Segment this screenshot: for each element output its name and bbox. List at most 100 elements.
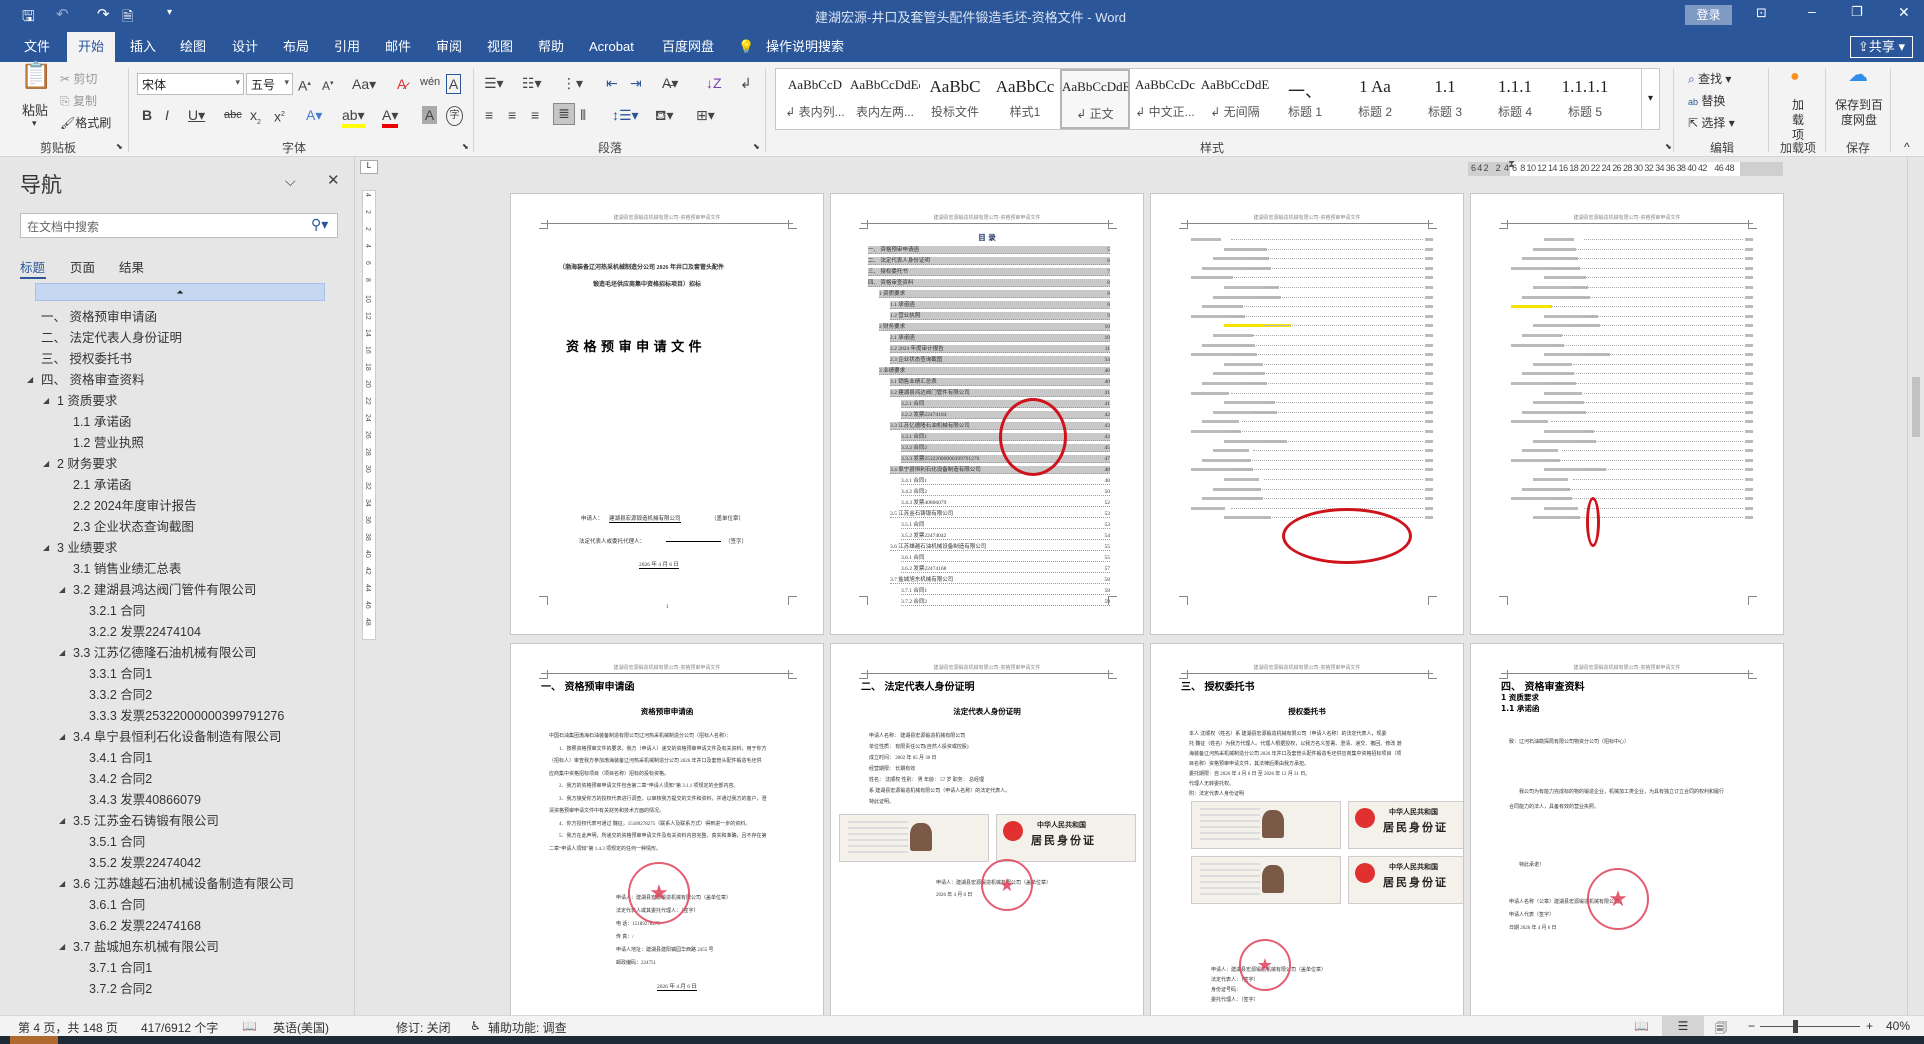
tab-draw[interactable]: 绘图 bbox=[180, 38, 206, 62]
font-color-icon[interactable]: A▾ bbox=[382, 106, 399, 128]
print-layout-icon[interactable]: ☰ bbox=[1662, 1016, 1704, 1036]
accessibility-status[interactable]: 辅助功能: 调查 bbox=[488, 1019, 567, 1036]
search-icon[interactable]: ⚲▾ bbox=[311, 216, 328, 233]
page-4-toc[interactable]: 建湖县宏源锻造机械有限公司-资格预审申请文件 bbox=[1470, 193, 1784, 635]
collapse-triangle-icon[interactable]: ◢ bbox=[43, 454, 49, 474]
proofing-icon[interactable]: 📖 bbox=[242, 1019, 257, 1033]
toc-entry[interactable]: 3.5.1 合同 53 bbox=[901, 521, 1110, 529]
nav-heading-item[interactable]: 3.3 江苏亿德隆石油机械有限公司 bbox=[73, 643, 256, 663]
login-button[interactable]: 登录 bbox=[1685, 5, 1732, 25]
nav-heading-item[interactable]: 2.1 承诺函 bbox=[73, 475, 131, 495]
page-2-toc[interactable]: 建湖县宏源锻造机械有限公司-资格预审申请文件目 录一、 资格预审申请函 5 二、 法… bbox=[830, 193, 1144, 635]
toc-entry[interactable]: 3.5 江苏金石铸锻有限公司 53 bbox=[890, 510, 1110, 518]
underline-button[interactable]: U▾ bbox=[188, 106, 205, 124]
style-item[interactable]: 1.1.1 标题 4 bbox=[1480, 69, 1550, 129]
nav-heading-item[interactable]: 四、 资格审查资料 bbox=[41, 370, 144, 390]
tab-baidu-netdisk[interactable]: 百度网盘 bbox=[662, 38, 714, 62]
strikethrough-button[interactable]: abc bbox=[224, 106, 242, 124]
word-count[interactable]: 417/6912 个字 bbox=[141, 1019, 218, 1036]
page-6-legal-rep-certificate[interactable]: 建湖县宏源锻造机械有限公司-资格预审申请文件 二、 法定代表人身份证明 法定代表人身… bbox=[830, 643, 1144, 1023]
vertical-scrollbar[interactable] bbox=[1907, 157, 1924, 1015]
nav-heading-item[interactable]: 2 财务要求 bbox=[57, 454, 117, 474]
toc-entry[interactable]: 3.2.1 合同 41 bbox=[901, 400, 1110, 408]
increase-indent-icon[interactable]: ⇥ bbox=[630, 74, 642, 92]
clipboard-launcher-icon[interactable]: ⬊ bbox=[116, 142, 123, 151]
nav-heading-item[interactable]: 3.2.1 合同 bbox=[89, 601, 145, 621]
collapse-triangle-icon[interactable]: ◢ bbox=[59, 874, 65, 894]
toc-entry[interactable]: 3.4.2 合同2 50 bbox=[901, 488, 1110, 496]
share-button[interactable]: ⇪共享 ▾ bbox=[1850, 36, 1913, 58]
character-border-icon[interactable]: A bbox=[446, 74, 461, 94]
nav-heading-item[interactable]: 3.4.3 发票40866079 bbox=[89, 790, 201, 810]
style-item[interactable]: AaBbCcD ↲ 表内列... bbox=[780, 69, 850, 129]
bold-button[interactable]: B bbox=[142, 106, 152, 124]
addins-icon[interactable]: ● bbox=[1790, 68, 1800, 86]
style-item[interactable]: 1.1 标题 3 bbox=[1410, 69, 1480, 129]
nav-heading-item[interactable]: 3 业绩要求 bbox=[57, 538, 117, 558]
tab-mailings[interactable]: 邮件 bbox=[385, 38, 411, 62]
style-item[interactable]: 1 Aa 标题 2 bbox=[1340, 69, 1410, 129]
find-button[interactable]: ⌕ 查找 ▾ bbox=[1688, 70, 1731, 87]
toc-entry[interactable]: 二、 法定代表人身份证明 6 bbox=[868, 257, 1110, 265]
subscript-button[interactable]: x2 bbox=[250, 106, 261, 132]
toc-entry[interactable]: 三、 授权委托书 7 bbox=[868, 268, 1110, 276]
toc-entry[interactable]: 3.4.3 发票40866079 52 bbox=[901, 499, 1110, 507]
change-case-icon[interactable]: Aa▾ bbox=[352, 75, 376, 93]
nav-heading-item[interactable]: 3.7 盐城旭东机械有限公司 bbox=[73, 937, 219, 957]
zoom-slider-thumb[interactable] bbox=[1793, 1020, 1799, 1033]
tab-review[interactable]: 审阅 bbox=[436, 38, 462, 62]
nav-heading-item[interactable]: 3.7.2 合同2 bbox=[89, 979, 152, 999]
clear-formatting-icon[interactable]: A̷ bbox=[397, 75, 406, 93]
tab-acrobat[interactable]: Acrobat bbox=[589, 38, 634, 62]
nav-heading-item[interactable]: 2.2 2024年度审计报告 bbox=[73, 496, 197, 516]
align-center-icon[interactable]: ≡ bbox=[508, 106, 516, 124]
baidu-netdisk-icon[interactable]: ☁ bbox=[1848, 65, 1868, 85]
decrease-indent-icon[interactable]: ⇤ bbox=[606, 74, 618, 92]
grow-font-icon[interactable]: A▴ bbox=[298, 75, 311, 95]
nav-heading-item[interactable]: 3.6.1 合同 bbox=[89, 895, 145, 915]
nav-tab-headings[interactable]: 标题 bbox=[20, 257, 45, 276]
toc-entry[interactable]: 1 资质要求 8 bbox=[879, 290, 1110, 298]
redo-icon[interactable]: ↷ bbox=[97, 5, 110, 23]
nav-heading-item[interactable]: 3.7.1 合同1 bbox=[89, 958, 152, 978]
collapse-triangle-icon[interactable]: ◢ bbox=[59, 811, 65, 831]
replace-button[interactable]: ab 替换 bbox=[1688, 92, 1725, 109]
phonetic-guide-icon[interactable]: wén bbox=[420, 73, 440, 91]
track-changes-status[interactable]: 修订: 关闭 bbox=[396, 1019, 451, 1036]
tab-references[interactable]: 引用 bbox=[334, 38, 360, 62]
nav-heading-item[interactable]: 3.4.1 合同1 bbox=[89, 748, 152, 768]
styles-launcher-icon[interactable]: ⬊ bbox=[1665, 142, 1672, 151]
font-size-combo[interactable]: 五号 bbox=[246, 73, 293, 95]
sort-icon[interactable]: ↓Z bbox=[706, 74, 722, 92]
zoom-in-button[interactable]: + bbox=[1866, 1019, 1873, 1033]
zoom-level[interactable]: 40% bbox=[1886, 1019, 1910, 1033]
toc-entry[interactable]: 3.6.2 发票22474168 57 bbox=[901, 565, 1110, 573]
nav-heading-item[interactable]: 3.4 阜宁县恒利石化设备制造有限公司 bbox=[73, 727, 281, 747]
copy-button[interactable]: ⎘ 复制 bbox=[60, 92, 97, 109]
collapse-triangle-icon[interactable]: ◢ bbox=[59, 643, 65, 663]
paste-options-icon[interactable]: ▾ bbox=[32, 118, 37, 129]
numbering-icon[interactable]: ☷▾ bbox=[522, 74, 542, 92]
collapse-triangle-icon[interactable]: ◢ bbox=[59, 937, 65, 957]
tab-selector[interactable]: L bbox=[360, 160, 378, 174]
shrink-font-icon[interactable]: A▾ bbox=[322, 75, 334, 95]
collapse-triangle-icon[interactable]: ◢ bbox=[59, 580, 65, 600]
select-button[interactable]: ⇱ 选择 ▾ bbox=[1688, 114, 1735, 131]
highlight-color-icon[interactable]: ab▾ bbox=[342, 106, 365, 128]
style-item[interactable]: AaBbCc 样式1 bbox=[990, 69, 1060, 129]
paste-icon[interactable]: 📋 bbox=[20, 62, 52, 88]
collapse-triangle-icon[interactable]: ◢ bbox=[43, 538, 49, 558]
nav-heading-item[interactable]: 3.3.1 合同1 bbox=[89, 664, 152, 684]
toc-entry[interactable]: 3.4.1 合同1 48 bbox=[901, 477, 1110, 485]
style-item[interactable]: AaBbCcDdE ↲ 无间隔 bbox=[1200, 69, 1270, 129]
format-painter-button[interactable]: 🖌格式刷 bbox=[60, 114, 111, 131]
paste-button[interactable]: 粘贴 bbox=[22, 100, 48, 119]
distributed-icon[interactable]: ⦀ bbox=[580, 106, 586, 124]
save-icon[interactable]: 🖫 bbox=[22, 6, 35, 31]
tab-help[interactable]: 帮助 bbox=[538, 38, 564, 62]
minimize-icon[interactable]: – bbox=[1808, 3, 1816, 19]
scrollbar-thumb[interactable] bbox=[1912, 377, 1920, 437]
language[interactable]: 英语(美国) bbox=[273, 1019, 329, 1036]
page-5-application-letter[interactable]: 建湖县宏源锻造机械有限公司-资格预审申请文件 一、 资格预审申请函 资格预审申请函中… bbox=[510, 643, 824, 1023]
tab-file[interactable]: 文件 bbox=[24, 38, 50, 62]
